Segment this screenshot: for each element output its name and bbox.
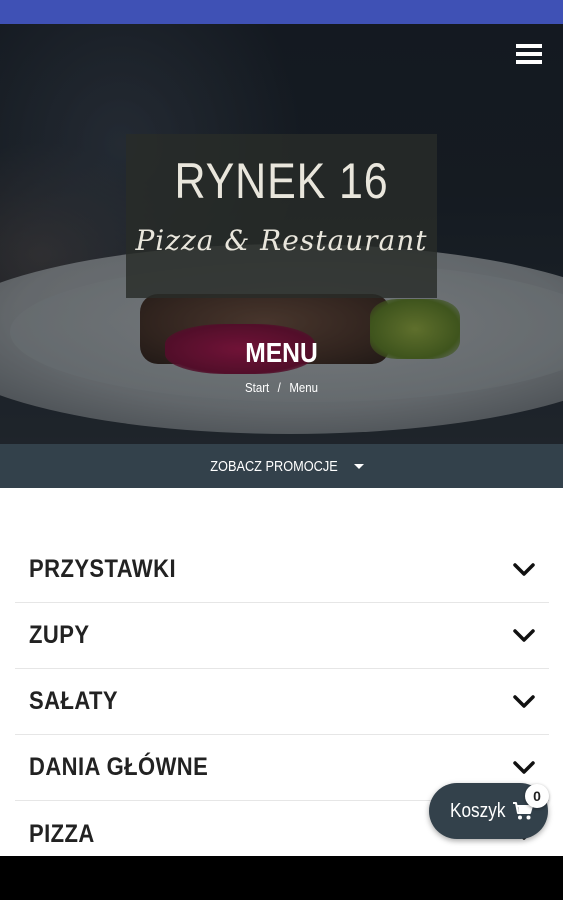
menu-category-label: DANIA GŁÓWNE [29, 753, 209, 781]
system-navigation-bar [0, 856, 563, 900]
menu-category-przystawki[interactable]: PRZYSTAWKI [15, 537, 549, 603]
hamburger-icon[interactable] [516, 44, 542, 66]
logo-subtitle: Pizza & Restaurant [135, 224, 428, 257]
menu-category-label: SAŁATY [29, 687, 119, 715]
breadcrumb-current: Menu [289, 380, 318, 395]
breadcrumb: Start / Menu [34, 380, 529, 395]
caret-down-icon [353, 463, 364, 469]
promo-label: ZOBACZ PROMOCJE [210, 457, 339, 475]
chevron-down-icon [513, 562, 535, 576]
cart-label: Koszyk [450, 799, 506, 822]
chevron-down-icon [513, 760, 535, 774]
status-bar [0, 0, 563, 24]
restaurant-logo[interactable]: RYNEK 16 Pizza & Restaurant [126, 134, 437, 298]
menu-category-salaty[interactable]: SAŁATY [15, 669, 549, 735]
chevron-down-icon [513, 628, 535, 642]
page: RYNEK 16 Pizza & Restaurant MENU Start /… [0, 0, 563, 900]
breadcrumb-separator: / [277, 380, 281, 395]
chevron-down-icon [513, 694, 535, 708]
menu-category-label: PRZYSTAWKI [29, 555, 177, 583]
menu-category-label: PIZZA [29, 819, 95, 848]
promo-toggle-button[interactable]: ZOBACZ PROMOCJE [0, 444, 563, 488]
breadcrumb-home-link[interactable]: Start [245, 380, 269, 395]
logo-title: RYNEK 16 [174, 153, 389, 209]
page-title: MENU [245, 337, 318, 368]
cart-count-badge: 0 [525, 784, 549, 808]
menu-category-label: ZUPY [29, 621, 90, 649]
menu-category-zupy[interactable]: ZUPY [15, 603, 549, 669]
hero-banner: RYNEK 16 Pizza & Restaurant MENU Start /… [0, 24, 563, 444]
